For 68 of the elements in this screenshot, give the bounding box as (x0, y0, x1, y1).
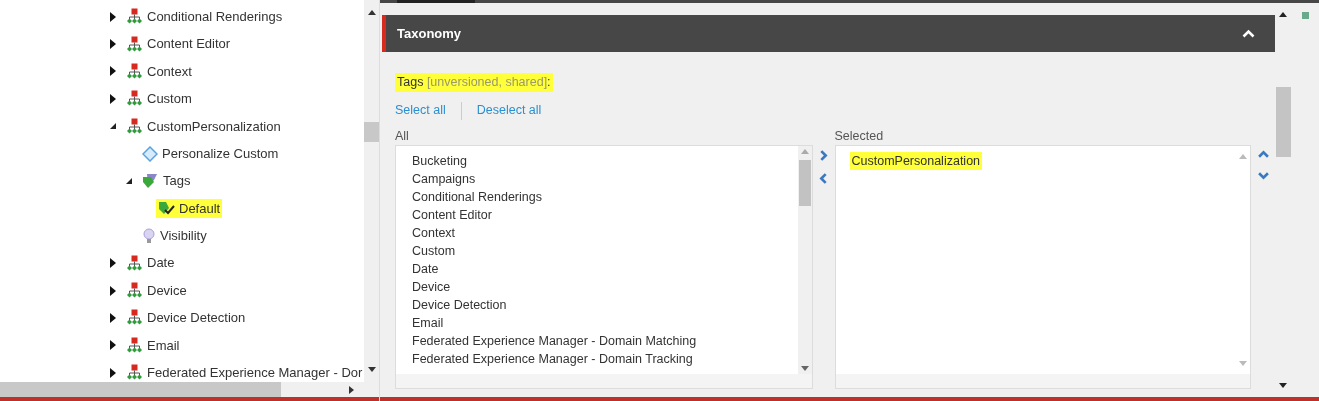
list-option[interactable]: Federated Experience Manager - Domain Tracking (410, 349, 695, 368)
list-label: Selected (834, 127, 885, 145)
hierarchy-icon (126, 35, 143, 53)
list-option[interactable]: Content Editor (410, 205, 494, 224)
list-option[interactable]: Conditional Renderings (410, 187, 544, 206)
tree-item[interactable]: Email (124, 335, 182, 356)
scroll-up-icon[interactable] (1279, 12, 1287, 17)
hierarchy-icon (126, 309, 143, 327)
expand-toggle-icon[interactable] (109, 340, 117, 351)
tree-item[interactable]: Custom (124, 89, 194, 109)
list-option[interactable]: Custom (410, 241, 458, 260)
hierarchy-icon (126, 90, 143, 108)
tag-check-icon (158, 200, 175, 217)
hierarchy-icon (126, 336, 143, 354)
tree-item[interactable]: Device (124, 280, 189, 301)
hierarchy-icon (126, 8, 143, 26)
collapse-chevron-icon[interactable] (1242, 29, 1255, 38)
expand-toggle-icon[interactable] (109, 66, 117, 77)
list-option[interactable]: Campaigns (410, 169, 478, 188)
tree-item[interactable]: Federated Experience Manager - Dor (124, 363, 364, 382)
scrollbar-thumb[interactable] (0, 382, 281, 397)
hierarchy-icon (126, 62, 143, 80)
expand-toggle-icon[interactable] (109, 313, 117, 323)
tree-item[interactable]: Tags (140, 171, 193, 191)
list-option[interactable]: Date (410, 259, 441, 278)
hierarchy-icon (126, 254, 143, 272)
collapse-toggle-icon[interactable] (125, 177, 133, 186)
status-indicator (1301, 12, 1309, 19)
list-option[interactable]: Email (410, 313, 446, 332)
collapse-toggle-icon[interactable] (109, 122, 117, 131)
diamond-icon (142, 145, 158, 162)
tree-item[interactable]: Personalize Custom (140, 143, 281, 164)
tree-item[interactable]: Content Editor (124, 34, 233, 54)
tree-item[interactable]: Date (124, 253, 177, 273)
tree-item[interactable]: Conditional Renderings (124, 6, 285, 27)
scroll-down-icon[interactable] (367, 367, 376, 372)
list-option[interactable]: Device (410, 277, 453, 296)
expand-toggle-icon[interactable] (109, 39, 117, 50)
expand-toggle-icon[interactable] (109, 367, 117, 378)
expand-toggle-icon[interactable] (109, 93, 117, 104)
expand-toggle-icon[interactable] (109, 285, 117, 296)
tree-item[interactable]: CustomPersonalization (124, 116, 283, 136)
tree-item[interactable]: Context (124, 61, 194, 82)
tree-item[interactable]: Visibility (140, 226, 209, 246)
scroll-down-icon[interactable] (1279, 383, 1287, 388)
tree-item[interactable]: Device Detection (124, 308, 248, 328)
section-header[interactable]: Taxonomy (382, 15, 1275, 52)
expand-toggle-icon[interactable] (109, 11, 117, 22)
list-label: All (395, 127, 410, 145)
scroll-up-icon[interactable] (367, 10, 376, 15)
list-option[interactable]: Context (410, 223, 458, 242)
hierarchy-icon (126, 117, 143, 135)
list-option[interactable]: Bucketing (410, 151, 469, 170)
scrollbar-thumb[interactable] (1275, 87, 1291, 157)
hierarchy-icon (126, 364, 143, 382)
scrollbar-thumb[interactable] (798, 159, 811, 206)
field-label: Tags [unversioned, shared]: (395, 73, 553, 92)
move-up-icon[interactable] (1257, 148, 1269, 160)
hierarchy-icon (126, 282, 143, 300)
scroll-right-icon[interactable] (349, 385, 354, 394)
list-option[interactable]: CustomPersonalization (849, 151, 983, 170)
lightbulb-icon (142, 227, 156, 244)
expand-toggle-icon[interactable] (109, 258, 117, 269)
scrollbar-thumb[interactable] (364, 122, 379, 142)
tags-icon (142, 173, 159, 190)
list-option[interactable]: Device Detection (410, 295, 509, 314)
highlighted-tree-item[interactable]: Default (156, 198, 223, 219)
list-option[interactable]: Federated Experience Manager - Domain Matching (410, 331, 699, 350)
